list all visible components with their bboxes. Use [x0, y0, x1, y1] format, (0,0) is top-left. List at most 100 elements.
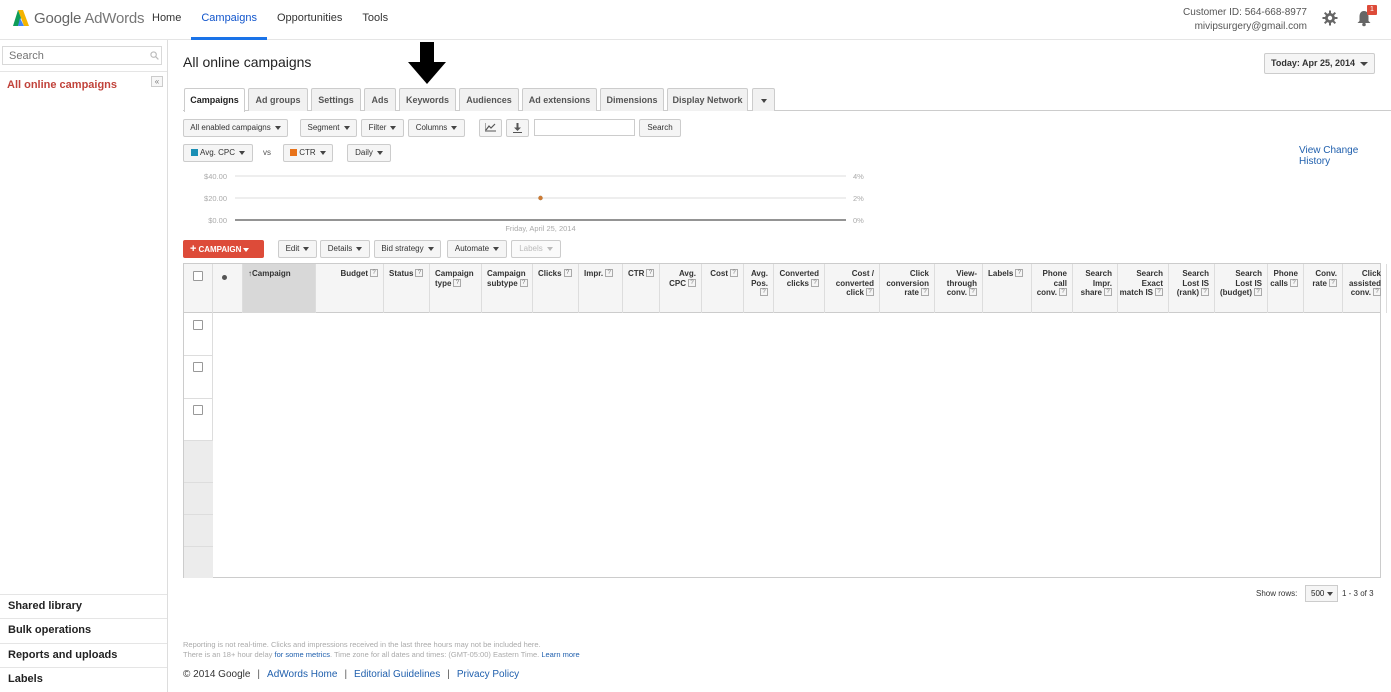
row-checkbox[interactable]	[193, 405, 203, 415]
column-header-converted-clicks[interactable]: Converted clicks?	[774, 264, 825, 313]
column-header-cost[interactable]: Cost?	[702, 264, 744, 313]
details-button[interactable]: Details	[320, 240, 370, 258]
help-icon[interactable]: ?	[1290, 278, 1298, 287]
nav-home[interactable]: Home	[142, 0, 191, 40]
gear-icon[interactable]	[1322, 10, 1338, 29]
toggle-graph-button[interactable]	[479, 119, 502, 137]
help-icon[interactable]: ?	[811, 278, 819, 287]
help-icon[interactable]: ?	[646, 269, 655, 277]
column-header-status[interactable]: Status?	[384, 264, 430, 313]
column-header-avg-pos[interactable]: Avg. Pos.?	[744, 264, 774, 313]
campaign-status-filter[interactable]: All enabled campaigns	[183, 119, 288, 137]
column-header-impr[interactable]: Impr.?	[579, 264, 623, 313]
notifications-bell-icon[interactable]: 1	[1356, 5, 1377, 30]
help-icon[interactable]: ?	[563, 269, 572, 277]
metric1-selector[interactable]: Avg. CPC	[183, 144, 253, 162]
date-range-selector[interactable]: Today: Apr 25, 2014	[1264, 53, 1375, 74]
help-icon[interactable]: ?	[1254, 288, 1262, 296]
account-info[interactable]: Customer ID: 564-668-8977 mivipsurgery@g…	[1183, 6, 1307, 34]
column-header-budget[interactable]: Budget?	[316, 264, 384, 313]
help-icon[interactable]: ?	[1104, 288, 1112, 296]
edit-button[interactable]: Edit	[278, 240, 317, 258]
help-icon[interactable]: ?	[730, 269, 738, 277]
column-header-phone-call-conv[interactable]: Phone call conv.?	[1032, 264, 1073, 313]
help-icon[interactable]: ?	[969, 288, 977, 296]
automate-button[interactable]: Automate	[447, 240, 507, 258]
help-icon[interactable]: ?	[921, 288, 929, 296]
column-header-search-lost-is-budget[interactable]: Search Lost IS (budget)?	[1215, 264, 1268, 313]
help-icon[interactable]: ?	[1015, 269, 1024, 277]
column-header-ctr[interactable]: CTR?	[623, 264, 660, 313]
column-header-search-impr-share[interactable]: Search Impr. share?	[1073, 264, 1118, 313]
table-search-input[interactable]	[534, 119, 635, 136]
tab-campaigns[interactable]: Campaigns	[184, 88, 245, 112]
bid-strategy-button[interactable]: Bid strategy	[374, 240, 441, 258]
column-header-labels[interactable]: Labels?	[983, 264, 1032, 313]
row-checkbox[interactable]	[193, 362, 203, 372]
filter-button[interactable]: Filter	[361, 119, 404, 137]
tab-audiences[interactable]: Audiences	[459, 88, 519, 111]
editorial-guidelines-link[interactable]: Editorial Guidelines	[354, 669, 440, 680]
help-icon[interactable]: ?	[370, 269, 378, 277]
select-all-checkbox[interactable]	[193, 271, 203, 281]
labels-button[interactable]: Labels	[511, 240, 561, 258]
sidebar-item-bulk-operations[interactable]: Bulk operations	[0, 618, 167, 642]
column-header-search-exact-match-is[interactable]: Search Exact match IS?	[1118, 264, 1169, 313]
help-icon[interactable]: ?	[415, 269, 424, 277]
row-checkbox[interactable]	[193, 320, 203, 330]
segment-button[interactable]: Segment	[300, 119, 357, 137]
collapse-sidebar-button[interactable]: «	[151, 76, 163, 87]
search-button[interactable]: Search	[639, 119, 681, 137]
help-icon[interactable]: ?	[866, 288, 874, 296]
search-icon[interactable]	[150, 51, 159, 60]
column-header-cost-converted-click[interactable]: Cost / converted click?	[825, 264, 880, 313]
nav-tools[interactable]: Tools	[352, 0, 398, 40]
tab-more[interactable]	[752, 88, 775, 111]
sidebar-search-input[interactable]	[2, 46, 162, 65]
help-icon[interactable]: ?	[519, 278, 528, 287]
learn-more-link[interactable]: Learn more	[541, 650, 579, 659]
metric2-selector[interactable]: CTR	[283, 144, 333, 162]
tab-ads[interactable]: Ads	[364, 88, 396, 111]
view-change-history-link[interactable]: View Change History	[1299, 145, 1391, 167]
column-header-campaign-type[interactable]: Campaign type?	[430, 264, 482, 313]
rows-per-page-select[interactable]: 500	[1305, 585, 1338, 602]
help-icon[interactable]: ?	[453, 278, 462, 287]
help-icon[interactable]: ?	[1373, 288, 1381, 296]
column-header-campaign-subtype[interactable]: Campaign subtype?	[482, 264, 533, 313]
nav-opportunities[interactable]: Opportunities	[267, 0, 352, 40]
help-icon[interactable]: ?	[760, 288, 768, 296]
adwords-logo[interactable]: Google AdWords	[12, 9, 145, 27]
column-header-clicks[interactable]: Clicks?	[533, 264, 579, 313]
column-header-view-through-conv[interactable]: View-through conv.?	[935, 264, 983, 313]
column-header-click-assisted-conv[interactable]: Click assisted conv.?	[1343, 264, 1387, 313]
interval-selector[interactable]: Daily	[347, 144, 391, 162]
column-header-phone-calls[interactable]: Phone calls?	[1268, 264, 1304, 313]
help-icon[interactable]: ?	[688, 278, 696, 287]
adwords-home-link[interactable]: AdWords Home	[267, 669, 337, 680]
sidebar-item-shared-library[interactable]: Shared library	[0, 594, 167, 618]
column-header-avg-cpc[interactable]: Avg. CPC?	[660, 264, 702, 313]
column-header-campaign[interactable]: ↑Campaign	[243, 264, 316, 313]
privacy-policy-link[interactable]: Privacy Policy	[457, 669, 519, 680]
help-icon[interactable]: ?	[1329, 278, 1337, 287]
some-metrics-link[interactable]: for some metrics	[275, 650, 330, 659]
help-icon[interactable]: ?	[1155, 288, 1163, 296]
sidebar-item-reports-and-uploads[interactable]: Reports and uploads	[0, 642, 167, 667]
help-icon[interactable]: ?	[1059, 288, 1067, 296]
tab-display-network[interactable]: Display Network	[667, 88, 748, 111]
help-icon[interactable]: ?	[605, 269, 614, 277]
tab-settings[interactable]: Settings	[311, 88, 361, 111]
download-button[interactable]	[506, 119, 529, 137]
sidebar-item-labels[interactable]: Labels	[0, 666, 167, 691]
column-header-click-conversion-rate[interactable]: Click conversion rate?	[880, 264, 935, 313]
add-campaign-button[interactable]: + CAMPAIGN	[183, 240, 264, 258]
tab-ad-groups[interactable]: Ad groups	[248, 88, 308, 111]
column-header-search-lost-is-rank[interactable]: Search Lost IS (rank)?	[1169, 264, 1215, 313]
tab-dimensions[interactable]: Dimensions	[600, 88, 664, 111]
nav-campaigns[interactable]: Campaigns	[191, 0, 267, 40]
tab-keywords[interactable]: Keywords	[399, 88, 456, 111]
column-header-conv-rate[interactable]: Conv. rate?	[1304, 264, 1343, 313]
columns-button[interactable]: Columns	[408, 119, 465, 137]
help-icon[interactable]: ?	[1201, 288, 1209, 296]
